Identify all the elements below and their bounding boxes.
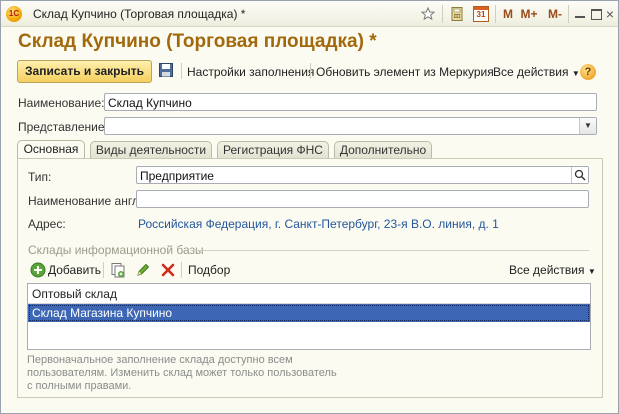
close-icon[interactable]: × bbox=[604, 6, 616, 22]
type-label: Тип: bbox=[28, 170, 52, 184]
memory-subtract-icon[interactable]: M- bbox=[545, 6, 565, 22]
search-icon[interactable] bbox=[571, 167, 588, 183]
page-title: Склад Купчино (Торговая площадка) * bbox=[18, 31, 377, 52]
warehouses-all-actions-menu[interactable]: Все действия ▼ bbox=[509, 263, 596, 277]
table-row-selected[interactable]: Склад Магазина Купчино bbox=[28, 304, 590, 322]
help-icon[interactable]: ? bbox=[580, 64, 596, 80]
delete-icon[interactable] bbox=[160, 262, 176, 278]
tab-additional[interactable]: Дополнительно bbox=[334, 141, 432, 158]
tab-fns-registration[interactable]: Регистрация ФНС bbox=[217, 141, 329, 158]
command-separator bbox=[181, 262, 182, 278]
representation-field[interactable]: ▼ bbox=[104, 117, 597, 135]
calendar-icon[interactable]: 31 bbox=[473, 6, 489, 22]
edit-icon[interactable] bbox=[135, 262, 151, 278]
tab-strip: Основная Виды деятельности Регистрация Ф… bbox=[17, 140, 601, 159]
save-and-close-button[interactable]: Записать и закрыть bbox=[17, 60, 152, 83]
chevron-down-icon: ▼ bbox=[587, 267, 596, 276]
update-from-mercury-button[interactable]: Обновить элемент из Меркурия bbox=[316, 65, 494, 79]
address-label: Адрес: bbox=[28, 217, 66, 231]
name-label: Наименование: bbox=[18, 96, 105, 110]
title-bar: 1С Склад Купчино (Торговая площадка) * 3… bbox=[1, 1, 618, 27]
save-icon[interactable] bbox=[158, 62, 174, 78]
toolbar-separator bbox=[568, 5, 569, 23]
add-icon bbox=[30, 262, 46, 278]
name-en-field[interactable] bbox=[136, 190, 589, 208]
type-field[interactable]: Предприятие bbox=[136, 166, 589, 184]
warehouses-table[interactable]: Оптовый склад Склад Магазина Купчино bbox=[27, 283, 591, 350]
minimize-icon[interactable] bbox=[574, 6, 586, 22]
chevron-down-icon: ▼ bbox=[571, 69, 580, 78]
table-row[interactable]: Оптовый склад bbox=[28, 285, 590, 303]
group-divider bbox=[192, 250, 589, 251]
maximize-icon[interactable] bbox=[590, 6, 602, 22]
address-link[interactable]: Российская Федерация, г. Санкт-Петербург… bbox=[138, 217, 499, 231]
warehouses-all-actions-label: Все действия bbox=[509, 263, 585, 277]
form-window: 1С Склад Купчино (Торговая площадка) * 3… bbox=[0, 0, 619, 414]
command-bar: Записать и закрыть Настройки заполнения … bbox=[1, 59, 618, 83]
command-separator bbox=[103, 262, 104, 278]
fill-settings-button[interactable]: Настройки заполнения bbox=[187, 65, 314, 79]
hint-line: пользователям. Изменить склад может толь… bbox=[27, 367, 337, 379]
type-value: Предприятие bbox=[140, 169, 214, 183]
name-field[interactable]: Склад Купчино bbox=[104, 93, 597, 111]
all-actions-label: Все действия bbox=[493, 65, 569, 79]
calculator-icon[interactable] bbox=[449, 6, 465, 22]
representation-label: Представление: bbox=[18, 120, 108, 134]
memory-add-icon[interactable]: M+ bbox=[519, 6, 539, 22]
toolbar-separator bbox=[442, 5, 443, 23]
calendar-day: 31 bbox=[476, 10, 486, 19]
all-actions-menu[interactable]: Все действия ▼ bbox=[493, 65, 580, 79]
tab-activities[interactable]: Виды деятельности bbox=[90, 141, 212, 158]
command-separator bbox=[181, 63, 182, 79]
name-en-label: Наименование англ: bbox=[28, 194, 143, 208]
tab-main[interactable]: Основная bbox=[17, 140, 85, 159]
app-logo-icon[interactable]: 1С bbox=[6, 6, 22, 22]
warehouses-group-title: Склады информационной базы bbox=[28, 243, 204, 257]
hint-line: с полными правами. bbox=[27, 380, 132, 392]
hint-line: Первоначальное заполнение склада доступн… bbox=[27, 354, 293, 366]
memory-store-icon[interactable]: M bbox=[501, 6, 515, 22]
add-button[interactable]: Добавить bbox=[48, 263, 101, 277]
hint-text: Первоначальное заполнение склада доступн… bbox=[27, 354, 367, 393]
dropdown-arrow-icon[interactable]: ▼ bbox=[579, 118, 596, 134]
star-icon[interactable] bbox=[420, 6, 436, 22]
toolbar-separator bbox=[495, 5, 496, 23]
pick-button[interactable]: Подбор bbox=[188, 263, 230, 277]
window-title: Склад Купчино (Торговая площадка) * bbox=[33, 7, 246, 21]
copy-icon[interactable] bbox=[110, 262, 126, 278]
command-separator bbox=[310, 63, 311, 79]
